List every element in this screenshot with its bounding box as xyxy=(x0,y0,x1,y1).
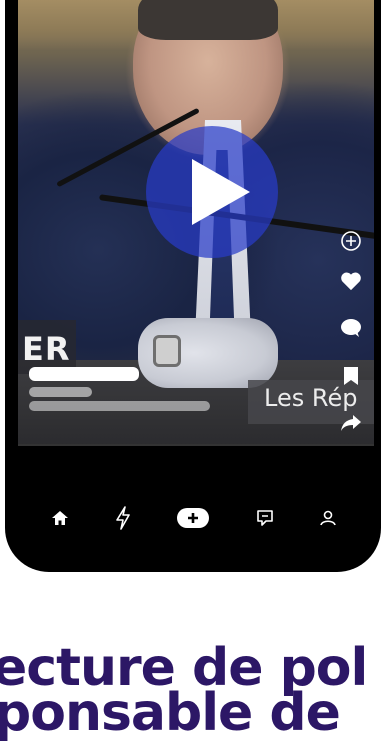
profile-icon xyxy=(320,510,336,526)
inbox-icon xyxy=(257,510,273,526)
author-placeholder xyxy=(29,387,92,397)
bottom-navigation xyxy=(5,498,381,538)
video-progress-bar[interactable] xyxy=(18,444,374,446)
watch xyxy=(153,335,181,367)
phone-mockup: ER Les Rép xyxy=(5,0,381,572)
heart-icon[interactable] xyxy=(338,268,364,294)
add-icon[interactable] xyxy=(338,228,364,254)
create-icon xyxy=(177,508,209,528)
play-icon xyxy=(192,159,250,225)
nav-inbox[interactable] xyxy=(245,498,285,538)
lightning-icon xyxy=(116,506,130,530)
bookmark-icon[interactable] xyxy=(338,363,364,389)
nav-home[interactable] xyxy=(40,498,80,538)
phone-edge xyxy=(5,0,19,26)
description-placeholder xyxy=(29,401,210,411)
nav-create[interactable] xyxy=(173,498,213,538)
video-player[interactable]: ER Les Rép xyxy=(18,0,374,446)
headline-line-2: ponsable de xyxy=(0,683,341,743)
home-icon xyxy=(52,511,68,525)
nav-shorts[interactable] xyxy=(103,498,143,538)
play-button[interactable] xyxy=(146,126,278,258)
comment-icon[interactable] xyxy=(338,315,364,341)
speaker-hair xyxy=(138,0,278,40)
share-icon[interactable] xyxy=(338,410,364,436)
nav-profile[interactable] xyxy=(308,498,348,538)
caption-overlay-text: ER xyxy=(22,330,71,368)
title-placeholder xyxy=(29,367,139,381)
